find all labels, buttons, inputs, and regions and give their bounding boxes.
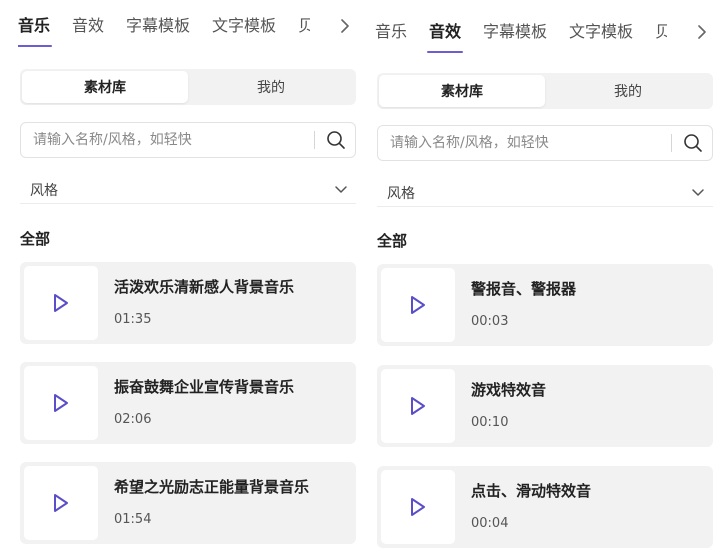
play-icon <box>54 394 68 412</box>
chevron-right-icon <box>341 19 349 33</box>
play-button[interactable] <box>381 369 455 443</box>
search-divider <box>671 134 672 152</box>
segment-library[interactable]: 素材库 <box>379 75 545 107</box>
list-item[interactable]: 活泼欢乐清新感人背景音乐 01:35 <box>20 262 356 344</box>
category-tabs: 音乐 音效 字幕模板 文字模板 贝 <box>375 20 717 70</box>
style-filter-dropdown[interactable]: 风格 <box>20 176 356 204</box>
list-item[interactable]: 希望之光励志正能量背景音乐 01:54 <box>20 462 356 544</box>
play-button[interactable] <box>24 266 98 340</box>
music-panel: 音乐 音效 字幕模板 文字模板 贝 素材库 我的 风格 全部 活泼欢乐清新感人背… <box>18 14 360 553</box>
item-title: 警报音、警报器 <box>471 280 577 298</box>
item-title: 希望之光励志正能量背景音乐 <box>114 478 310 496</box>
chevron-down-icon <box>692 188 704 196</box>
chevron-down-icon <box>335 185 347 193</box>
tab-stickers[interactable]: 贝 <box>298 14 310 38</box>
category-tabs: 音乐 音效 字幕模板 文字模板 贝 <box>18 14 360 64</box>
section-title: 全部 <box>377 232 408 250</box>
sound-effects-panel: 音乐 音效 字幕模板 文字模板 贝 素材库 我的 风格 全部 警报音、警报器 0… <box>375 20 717 553</box>
style-filter-label: 风格 <box>387 185 415 202</box>
item-duration: 00:10 <box>471 415 509 430</box>
style-filter-dropdown[interactable]: 风格 <box>377 179 713 207</box>
source-segment: 素材库 我的 <box>377 73 713 109</box>
segment-mine[interactable]: 我的 <box>188 71 354 103</box>
item-title: 游戏特效音 <box>471 381 547 399</box>
item-duration: 01:35 <box>114 312 152 327</box>
play-icon <box>54 294 68 312</box>
play-icon <box>411 397 425 415</box>
play-icon <box>411 498 425 516</box>
tab-music[interactable]: 音乐 <box>375 20 407 44</box>
search-icon <box>327 131 345 149</box>
search-box <box>20 122 356 158</box>
search-input[interactable] <box>33 132 314 148</box>
tabs-next-button[interactable] <box>691 20 713 44</box>
tab-subtitle-templates[interactable]: 字幕模板 <box>483 20 547 44</box>
item-duration: 00:03 <box>471 314 509 329</box>
play-button[interactable] <box>381 470 455 544</box>
segment-mine[interactable]: 我的 <box>545 75 711 107</box>
item-title: 点击、滑动特效音 <box>471 482 592 500</box>
section-title: 全部 <box>20 230 51 248</box>
tabs-next-button[interactable] <box>334 14 356 38</box>
item-title: 活泼欢乐清新感人背景音乐 <box>114 278 295 296</box>
search-button[interactable] <box>682 132 704 154</box>
item-duration: 00:04 <box>471 516 509 531</box>
play-icon <box>54 494 68 512</box>
play-button[interactable] <box>24 366 98 440</box>
tab-text-templates[interactable]: 文字模板 <box>569 20 633 44</box>
tab-sound-effects[interactable]: 音效 <box>72 14 104 38</box>
source-segment: 素材库 我的 <box>20 69 356 105</box>
item-duration: 01:54 <box>114 512 152 527</box>
play-button[interactable] <box>381 268 455 342</box>
list-item[interactable]: 点击、滑动特效音 00:04 <box>377 466 713 548</box>
style-filter-label: 风格 <box>30 182 58 199</box>
search-input[interactable] <box>390 135 671 151</box>
tab-sound-effects[interactable]: 音效 <box>427 20 464 53</box>
play-icon <box>411 296 425 314</box>
tab-subtitle-templates[interactable]: 字幕模板 <box>126 14 190 38</box>
play-button[interactable] <box>24 466 98 540</box>
search-button[interactable] <box>325 129 347 151</box>
item-duration: 02:06 <box>114 412 152 427</box>
tab-stickers[interactable]: 贝 <box>655 20 667 44</box>
list-item[interactable]: 振奋鼓舞企业宣传背景音乐 02:06 <box>20 362 356 444</box>
search-box <box>377 125 713 161</box>
tab-music[interactable]: 音乐 <box>18 14 53 47</box>
chevron-right-icon <box>698 25 706 39</box>
search-icon <box>684 134 702 152</box>
list-item[interactable]: 游戏特效音 00:10 <box>377 365 713 447</box>
item-title: 振奋鼓舞企业宣传背景音乐 <box>114 378 295 396</box>
search-divider <box>314 131 315 149</box>
segment-library[interactable]: 素材库 <box>22 71 188 103</box>
tab-text-templates[interactable]: 文字模板 <box>212 14 276 38</box>
list-item[interactable]: 警报音、警报器 00:03 <box>377 264 713 346</box>
